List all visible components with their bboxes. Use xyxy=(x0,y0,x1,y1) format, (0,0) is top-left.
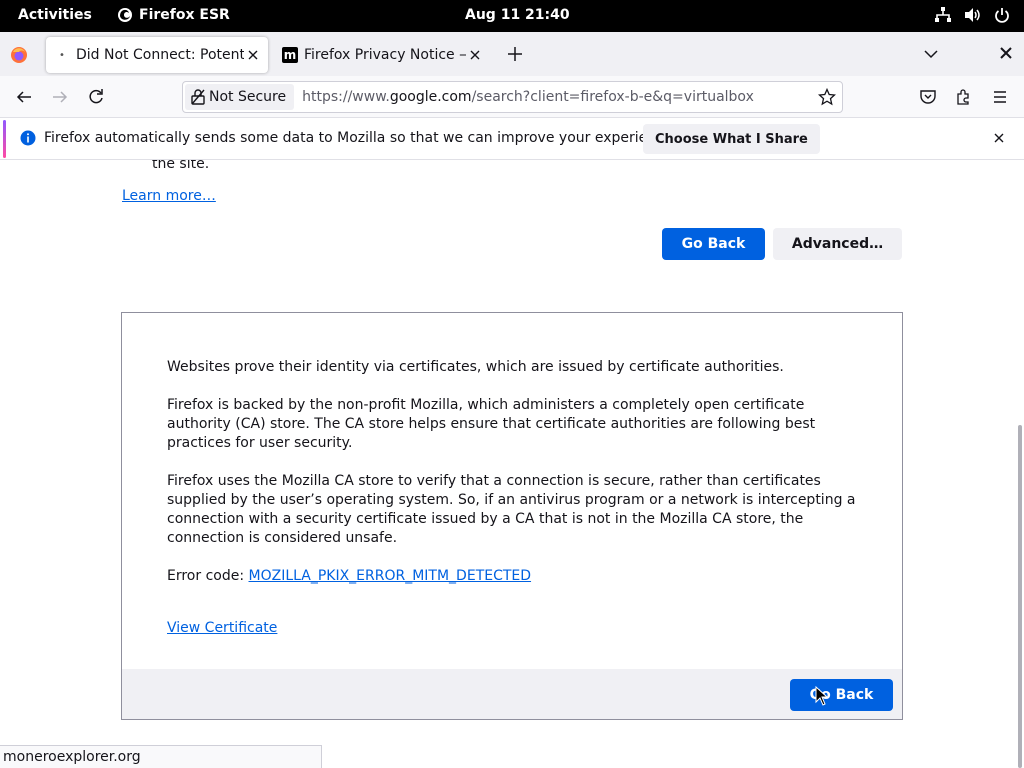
app-name: Firefox ESR xyxy=(139,7,230,23)
notification-accent xyxy=(3,120,6,158)
tab-close-icon[interactable] xyxy=(244,46,262,64)
mouse-cursor-icon xyxy=(815,686,829,706)
mozilla-ca-store-text: Firefox is backed by the non-profit Mozi… xyxy=(167,397,816,451)
panel-go-back-button[interactable]: Go Back xyxy=(790,679,893,711)
firefox-view-icon[interactable] xyxy=(10,46,28,64)
vertical-scrollbar[interactable] xyxy=(1018,425,1022,768)
reload-icon[interactable] xyxy=(85,86,107,108)
mozilla-icon: m xyxy=(282,47,298,63)
view-certificate-link[interactable]: View Certificate xyxy=(167,620,277,636)
pocket-icon[interactable] xyxy=(917,86,939,108)
clock[interactable]: Aug 11 21:40 xyxy=(465,7,570,23)
tab-loading-dot-icon: • xyxy=(59,49,65,61)
url-text[interactable]: https://www.google.com/search?client=fir… xyxy=(302,89,754,105)
system-tray[interactable] xyxy=(934,7,1010,23)
hamburger-menu-icon[interactable] xyxy=(989,86,1011,108)
new-tab-plus-icon[interactable] xyxy=(505,44,525,64)
advanced-button[interactable]: Advanced… xyxy=(773,228,902,260)
activities-button[interactable]: Activities xyxy=(18,7,92,23)
window-close-icon[interactable] xyxy=(998,45,1014,61)
info-icon xyxy=(20,130,36,146)
power-icon xyxy=(995,8,1009,23)
app-menu[interactable]: Firefox ESR xyxy=(117,7,230,23)
back-arrow-icon[interactable] xyxy=(13,86,35,108)
notification-close-icon[interactable] xyxy=(992,131,1006,145)
firefox-icon xyxy=(118,8,132,22)
advanced-details-panel: Websites prove their identity via certif… xyxy=(121,312,903,720)
error-code-line: Error code: MOZILLA_PKIX_ERROR_MITM_DETE… xyxy=(167,568,532,584)
network-icon xyxy=(935,7,951,22)
not-secure-label: Not Secure xyxy=(209,89,287,105)
choose-what-i-share-button[interactable]: Choose What I Share xyxy=(643,124,820,154)
url-bar[interactable]: Not Secure https://www.google.com/search… xyxy=(182,81,843,113)
volume-icon xyxy=(965,8,980,22)
tab-title: Did Not Connect: Potential Security Issu… xyxy=(76,47,244,63)
forward-arrow-icon[interactable] xyxy=(49,86,71,108)
lock-warning-icon xyxy=(191,89,205,105)
learn-more-link[interactable]: Learn more… xyxy=(122,188,216,204)
page-content: the site. Learn more… Go Back Advanced… … xyxy=(0,160,1024,768)
notification-message: Firefox automatically sends some data to… xyxy=(44,130,677,146)
gnome-top-bar: Activities Firefox ESR Aug 11 21:40 xyxy=(0,0,1024,32)
list-all-tabs-chevron-down-icon[interactable] xyxy=(922,45,940,63)
go-back-button[interactable]: Go Back xyxy=(662,228,765,260)
tab-close-icon[interactable] xyxy=(466,46,484,64)
mitm-explanation: Firefox uses the Mozilla CA store to ver… xyxy=(167,473,856,546)
site-security-indicator[interactable]: Not Secure xyxy=(185,84,295,110)
data-collection-notification: Firefox automatically sends some data to… xyxy=(0,118,1024,160)
tab-did-not-connect[interactable]: • Did Not Connect: Potential Security Is… xyxy=(46,37,268,73)
link-status-panel: moneroexplorer.org xyxy=(0,745,322,768)
extensions-puzzle-icon[interactable] xyxy=(953,86,975,108)
bookmark-star-icon[interactable] xyxy=(818,88,836,106)
error-code-link[interactable]: MOZILLA_PKIX_ERROR_MITM_DETECTED xyxy=(249,568,532,584)
tab-privacy-notice[interactable]: m Firefox Privacy Notice — Mozilla xyxy=(278,37,490,73)
navigation-toolbar: Not Secure https://www.google.com/search… xyxy=(0,76,1024,118)
certificate-explanation: Websites prove their identity via certif… xyxy=(167,359,784,375)
partial-text: the site. xyxy=(152,160,210,172)
tab-title: Firefox Privacy Notice — Mozilla xyxy=(304,47,466,63)
panel-footer: Go Back xyxy=(122,669,902,719)
